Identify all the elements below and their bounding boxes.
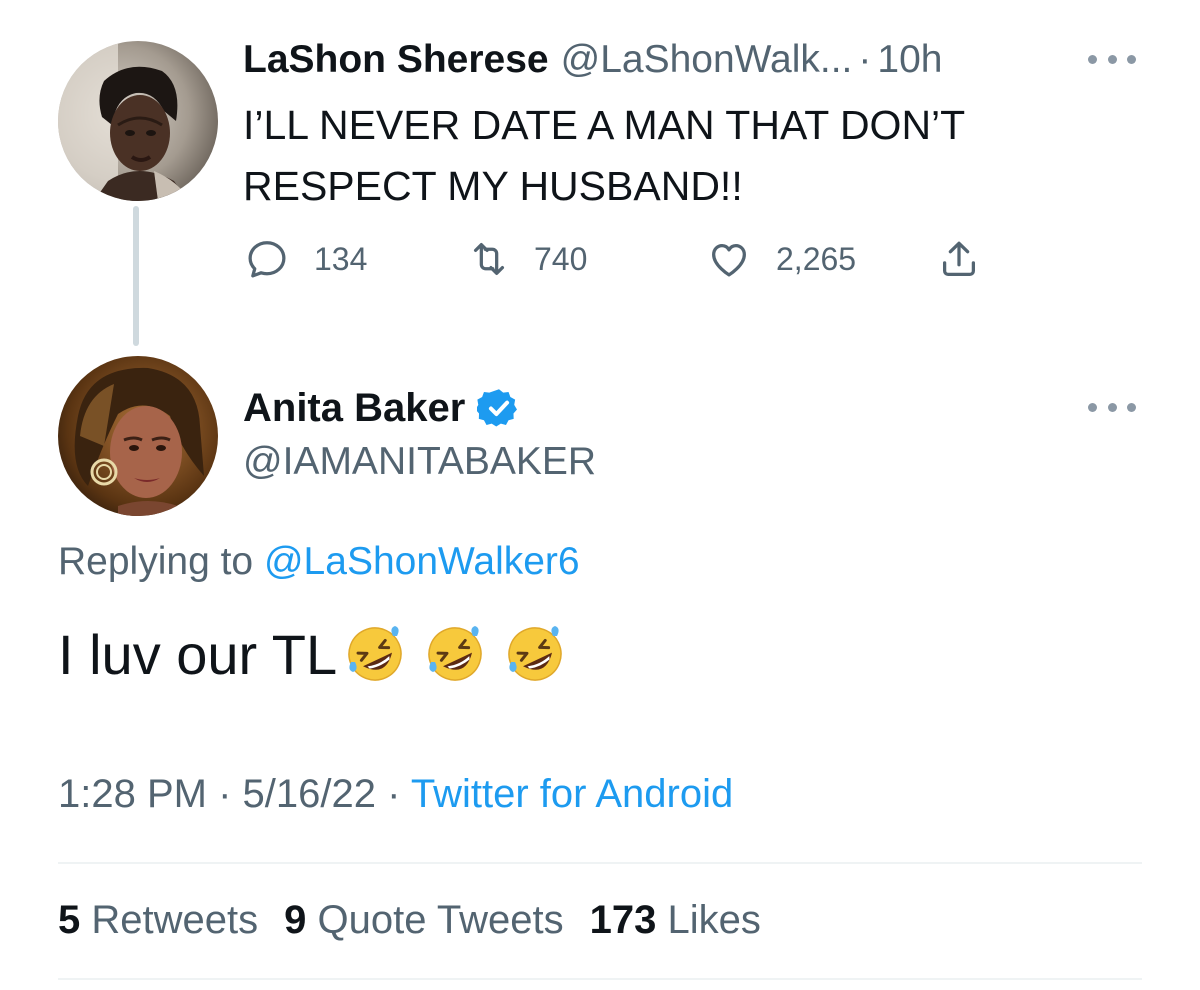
rolling-laughing-emoji-icon xyxy=(348,626,402,681)
header-separator: · xyxy=(858,38,872,81)
parent-more-options-icon[interactable] xyxy=(1088,52,1136,66)
lashon-avatar[interactable] xyxy=(58,41,218,201)
rolling-laughing-emoji-icon xyxy=(428,626,482,681)
retweet-icon xyxy=(473,242,505,276)
parent-tweet-time[interactable]: 10h xyxy=(877,38,942,82)
divider xyxy=(58,978,1142,980)
retweets-stat[interactable]: 5 Retweets xyxy=(58,898,258,943)
reply-icon xyxy=(248,241,286,278)
retweets-stat-label: Retweets xyxy=(91,898,259,942)
anita-avatar[interactable] xyxy=(58,356,218,516)
replying-to-label: Replying to xyxy=(58,540,254,583)
lashon-avatar-image xyxy=(58,41,218,201)
main-author-handle[interactable]: @IAMANITABAKER xyxy=(243,440,596,484)
main-tweet-text-row: I luv our TL xyxy=(58,618,567,690)
parent-author-handle[interactable]: @LaShonWalk... xyxy=(561,38,853,82)
verified-badge-icon xyxy=(477,389,518,427)
main-tweet-text: I luv our TL xyxy=(58,622,338,686)
heart-icon xyxy=(712,243,746,277)
likes-stat[interactable]: 173 Likes xyxy=(590,898,761,943)
main-more-options-icon[interactable] xyxy=(1088,400,1136,414)
main-author-name[interactable]: Anita Baker xyxy=(243,386,465,431)
quote-tweets-stat[interactable]: 9 Quote Tweets xyxy=(284,898,563,943)
tweet-stats: 5 Retweets 9 Quote Tweets 173 Likes xyxy=(58,898,787,943)
retweets-stat-count: 5 xyxy=(58,898,81,942)
quote-tweets-stat-label: Quote Tweets xyxy=(317,898,564,942)
likes-stat-label: Likes xyxy=(667,898,761,942)
anita-avatar-image xyxy=(58,356,218,516)
share-icon xyxy=(942,241,976,276)
parent-author-name[interactable]: LaShon Sherese xyxy=(243,38,549,82)
divider xyxy=(58,862,1142,864)
tweet-date[interactable]: 5/16/22 xyxy=(243,772,376,816)
replying-to-line: Replying to @LaShonWalker6 xyxy=(58,540,580,584)
share-button[interactable] xyxy=(936,234,982,284)
tweet-meta-line: 1:28 PM · 5/16/22 · Twitter for Android xyxy=(58,772,733,817)
reply-button[interactable]: 134 xyxy=(244,234,367,284)
tweet-source[interactable]: Twitter for Android xyxy=(411,772,733,816)
thread-connector-line xyxy=(133,206,139,346)
replying-to-mention[interactable]: @LaShonWalker6 xyxy=(264,540,580,583)
retweet-count: 740 xyxy=(534,240,588,277)
parent-tweet-header: LaShon Sherese @LaShonWalk... · 10h xyxy=(243,32,942,88)
likes-stat-count: 173 xyxy=(589,898,657,942)
reply-count: 134 xyxy=(314,240,368,277)
like-button[interactable]: 2,265 xyxy=(706,234,856,284)
tweet-time[interactable]: 1:28 PM xyxy=(58,772,207,816)
like-count: 2,265 xyxy=(776,240,857,277)
rolling-laughing-emoji-icon xyxy=(508,626,562,681)
meta-separator: · xyxy=(387,772,401,816)
retweet-button[interactable]: 740 xyxy=(466,234,587,284)
meta-separator: · xyxy=(218,772,232,816)
quote-tweets-stat-count: 9 xyxy=(284,898,307,942)
main-author-name-row: Anita Baker xyxy=(243,380,521,436)
parent-tweet-text: I’LL NEVER DATE A MAN THAT DON’T RESPECT… xyxy=(243,102,965,209)
